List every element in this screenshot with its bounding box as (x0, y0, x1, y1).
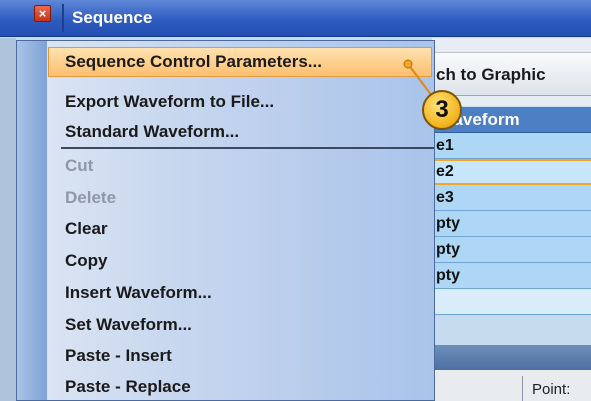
close-button[interactable]: × (34, 5, 51, 22)
menu-item-insert-waveform[interactable]: Insert Waveform... (49, 278, 212, 308)
menu-item-sequence-control-parameters[interactable]: Sequence Control Parameters... (48, 47, 432, 77)
menu-item-paste-insert[interactable]: Paste - Insert (49, 341, 172, 371)
context-menu: Sequence Control Parameters... Export Wa… (16, 40, 435, 401)
table-row[interactable]: e1 (432, 133, 591, 159)
window-title: Sequence (72, 8, 153, 27)
table-row[interactable]: pty (432, 263, 591, 289)
callout-number-badge: 3 (422, 90, 462, 130)
menu-separator (61, 147, 434, 149)
title-bar: × Sequence (0, 0, 591, 37)
menu-item-set-waveform[interactable]: Set Waveform... (49, 310, 192, 340)
menu-icon-strip (17, 41, 47, 400)
table-row-selected[interactable]: e2 (432, 159, 591, 185)
table-row[interactable]: pty (432, 211, 591, 237)
switch-to-graphic-button[interactable]: ch to Graphic (432, 52, 591, 96)
table-row[interactable] (432, 289, 591, 315)
menu-item-export-waveform-to-file[interactable]: Export Waveform to File... (49, 87, 274, 117)
table-bottom-bar (432, 345, 591, 370)
menu-item-cut[interactable]: Cut (49, 151, 93, 181)
status-divider (522, 376, 523, 401)
left-panel-strip (0, 38, 16, 401)
close-icon: × (38, 6, 47, 21)
point-label: Point: (532, 381, 571, 398)
menu-item-standard-waveform[interactable]: Standard Waveform... (49, 117, 239, 147)
title-separator (62, 4, 64, 32)
status-area: Point: (432, 370, 591, 401)
table-row[interactable]: pty (432, 237, 591, 263)
waveform-table: Waveform e1 e2 e3 pty pty pty (432, 107, 591, 315)
table-row[interactable]: e3 (432, 185, 591, 211)
menu-item-clear[interactable]: Clear (49, 214, 108, 244)
menu-item-paste-replace[interactable]: Paste - Replace (49, 372, 191, 401)
menu-item-copy[interactable]: Copy (49, 246, 108, 276)
menu-item-delete[interactable]: Delete (49, 183, 116, 213)
